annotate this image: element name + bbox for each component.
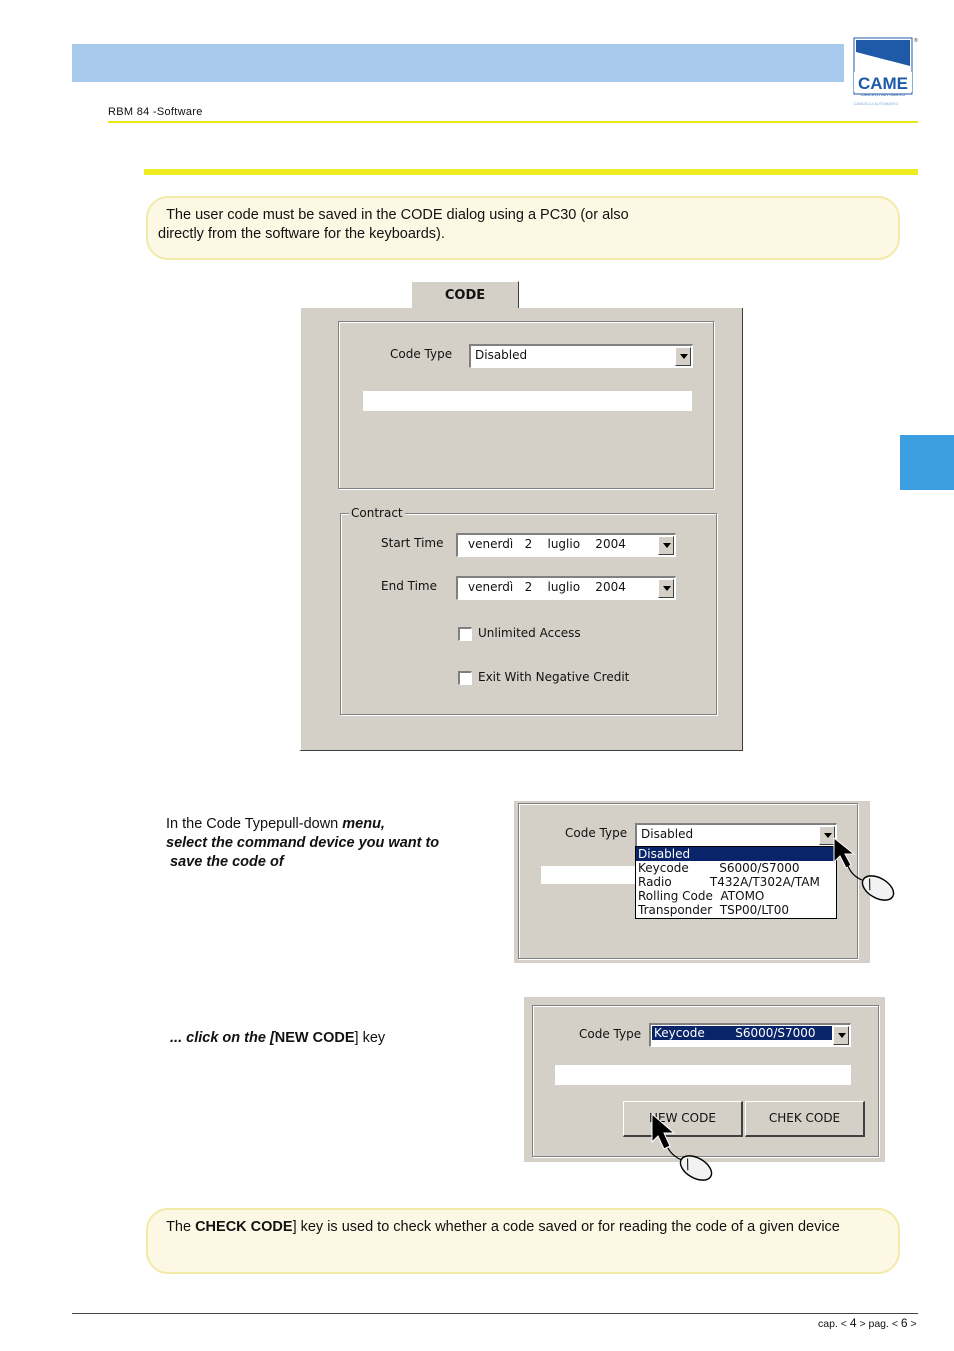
end-time-value: venerdì 2 luglio 2004 (468, 580, 626, 594)
option-rolling-code[interactable]: Rolling Code ATOMO (636, 889, 836, 903)
code-type-dropdown-screenshot: Code Type Disabled Disabled Keycode S600… (514, 801, 870, 963)
mouse-pointer-icon (833, 836, 895, 901)
option-keycode[interactable]: Keycode S6000/S7000 (636, 861, 836, 875)
option-radio[interactable]: Radio T432A/T302A/TAM (636, 875, 836, 889)
chapter-side-tab (900, 435, 954, 490)
end-time-picker[interactable]: venerdì 2 luglio 2004 (456, 576, 676, 600)
chevron-down-icon[interactable] (658, 536, 674, 555)
check-code-note: The CHECK CODE] key is used to check whe… (146, 1208, 900, 1274)
code-display-field (363, 391, 692, 411)
contract-label: Contract (349, 506, 405, 520)
mouse-pointer-icon (651, 1112, 713, 1181)
footer-rule (72, 1313, 918, 1314)
section-rule (144, 169, 918, 175)
option-transponder[interactable]: Transponder TSP00/LT00 (636, 903, 836, 917)
unlimited-access-label: Unlimited Access (478, 626, 581, 640)
chevron-down-icon[interactable] (658, 579, 674, 598)
code-type-label: Code Type (390, 347, 453, 361)
code-type-select[interactable]: Keycode S6000/S7000 (649, 1023, 851, 1047)
unlimited-access-checkbox[interactable] (458, 627, 472, 641)
step2-text: ... click on the [NEW CODE] key (166, 1030, 386, 1046)
chevron-down-icon[interactable] (675, 347, 691, 366)
start-time-value: venerdì 2 luglio 2004 (468, 537, 626, 551)
tab-panel: Code Type Disabled Contract Start Time v… (299, 308, 743, 751)
code-type-options-list: Disabled Keycode S6000/S7000 Radio T432A… (635, 846, 837, 919)
code-type-label: Code Type (565, 826, 628, 840)
start-time-label: Start Time (381, 536, 444, 550)
code-type-select[interactable]: Disabled (635, 823, 837, 847)
header-band (72, 44, 844, 82)
code-display-field (555, 1065, 851, 1085)
svg-text:CANCELLI AUTOMATICI: CANCELLI AUTOMATICI (854, 101, 899, 106)
code-type-group: Code Type Disabled (338, 321, 714, 489)
code-dialog: CODE Code Type Disabled Contract Start T… (299, 280, 745, 752)
chevron-down-icon[interactable] (833, 1026, 849, 1045)
end-time-label: End Time (381, 579, 437, 593)
code-type-value: Disabled (475, 348, 528, 362)
document-title: RBM 84 -Software (108, 106, 203, 118)
code-type-label: Code Type (579, 1027, 642, 1041)
header-rule (108, 121, 918, 123)
code-type-value: Disabled (641, 827, 694, 841)
code-type-value: Keycode S6000/S7000 (651, 1025, 833, 1041)
step1-text: In the Code Typepull-down menu, select t… (166, 816, 440, 870)
svg-text:®: ® (914, 37, 918, 44)
page-number: cap. < 4 > pag. < 6 > (818, 1316, 917, 1330)
tab-code[interactable]: CODE (411, 281, 519, 310)
start-time-picker[interactable]: venerdì 2 luglio 2004 (456, 533, 676, 557)
svg-text:CANCELLI AUTOMATICI: CANCELLI AUTOMATICI (861, 92, 906, 97)
intro-note: The user code must be saved in the CODE … (146, 196, 900, 260)
contract-group: Contract Start Time venerdì 2 luglio 200… (340, 506, 717, 715)
check-code-button[interactable]: CHEK CODE (745, 1101, 865, 1137)
code-type-select[interactable]: Disabled (469, 344, 693, 368)
code-display-field (541, 866, 637, 884)
option-disabled[interactable]: Disabled (636, 847, 836, 861)
negative-credit-checkbox[interactable] (458, 671, 472, 685)
came-logo: CAME CANCELLI AUTOMATICI CANCELLI AUTOMA… (846, 36, 918, 108)
negative-credit-label: Exit With Negative Credit (478, 670, 630, 684)
svg-text:CAME: CAME (858, 74, 908, 93)
